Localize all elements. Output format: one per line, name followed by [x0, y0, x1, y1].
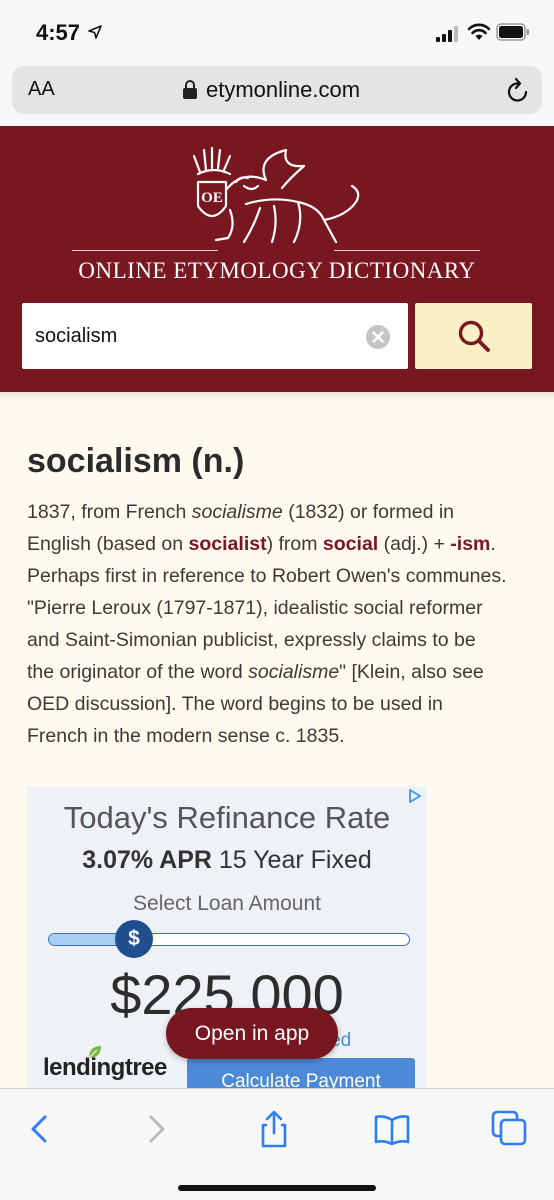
clear-search-icon[interactable] [366, 325, 390, 349]
search-input-value[interactable]: socialism [35, 325, 117, 348]
entry-text: 1837, from French [27, 501, 192, 523]
tabs-icon[interactable] [490, 1109, 530, 1149]
site-title[interactable]: ONLINE ETYMOLOGY DICTIONARY [0, 258, 554, 284]
text-size-button[interactable]: AA [28, 78, 55, 101]
entry-definition: 1837, from French socialisme (1832) or f… [27, 496, 507, 752]
battery-icon [496, 23, 529, 41]
griffin-logo-icon[interactable]: OE [186, 146, 370, 250]
lendingtree-logo: lendingtree [43, 1054, 167, 1081]
bookmarks-icon[interactable] [372, 1109, 412, 1149]
reload-icon[interactable] [506, 77, 530, 103]
entry-text-italic: socialisme [191, 501, 283, 523]
logo-initials: OE [201, 190, 223, 206]
search-button[interactable] [415, 303, 532, 369]
logo-rule-left [72, 250, 218, 251]
lock-icon [183, 80, 197, 99]
loan-amount-slider[interactable] [48, 933, 410, 946]
address-bar[interactable]: AA etymonline.com [12, 66, 542, 114]
url-text[interactable]: etymonline.com [206, 77, 360, 103]
entry-text: ) from [266, 533, 323, 555]
link-social[interactable]: social [323, 533, 378, 555]
main-content: socialism (n.) 1837, from French sociali… [0, 392, 554, 1088]
location-arrow-icon [88, 25, 102, 39]
ad-rate: 3.07% APR 15 Year Fixed [27, 846, 427, 875]
logo-rule-right [334, 250, 480, 251]
calculate-payment-button[interactable]: Calculate Payment [187, 1058, 415, 1088]
search-input[interactable]: socialism [22, 303, 408, 369]
home-indicator [178, 1185, 376, 1191]
browser-address-area: AA etymonline.com [0, 64, 554, 126]
entry-text-italic: socialisme [248, 661, 340, 683]
open-in-app-button[interactable]: Open in app [166, 1008, 338, 1059]
link-socialist[interactable]: socialist [189, 533, 267, 555]
cellular-signal-icon [436, 26, 458, 42]
wifi-icon [467, 23, 491, 40]
header-shadow [0, 392, 554, 402]
ad-rate-value: 3.07% APR [82, 846, 212, 874]
ad-rate-term: 15 Year Fixed [211, 846, 372, 874]
entry-text: (adj.) + [378, 533, 451, 555]
entry-title: socialism (n.) [27, 442, 245, 480]
site-header: OE ONLINE ETYMOLOGY DICTIONARY socialism [0, 126, 554, 392]
ad-select-label: Select Loan Amount [133, 892, 321, 915]
link-ism[interactable]: -ism [450, 533, 490, 555]
status-time: 4:57 [36, 20, 81, 45]
forward-icon[interactable] [136, 1109, 176, 1149]
slider-handle[interactable]: $ [115, 920, 153, 958]
ad-headline: Today's Refinance Rate [63, 800, 391, 835]
browser-toolbar [0, 1088, 554, 1200]
share-icon[interactable] [254, 1109, 294, 1149]
back-icon[interactable] [20, 1109, 60, 1149]
status-bar: 4:57 [0, 0, 554, 64]
search-icon [458, 320, 490, 352]
